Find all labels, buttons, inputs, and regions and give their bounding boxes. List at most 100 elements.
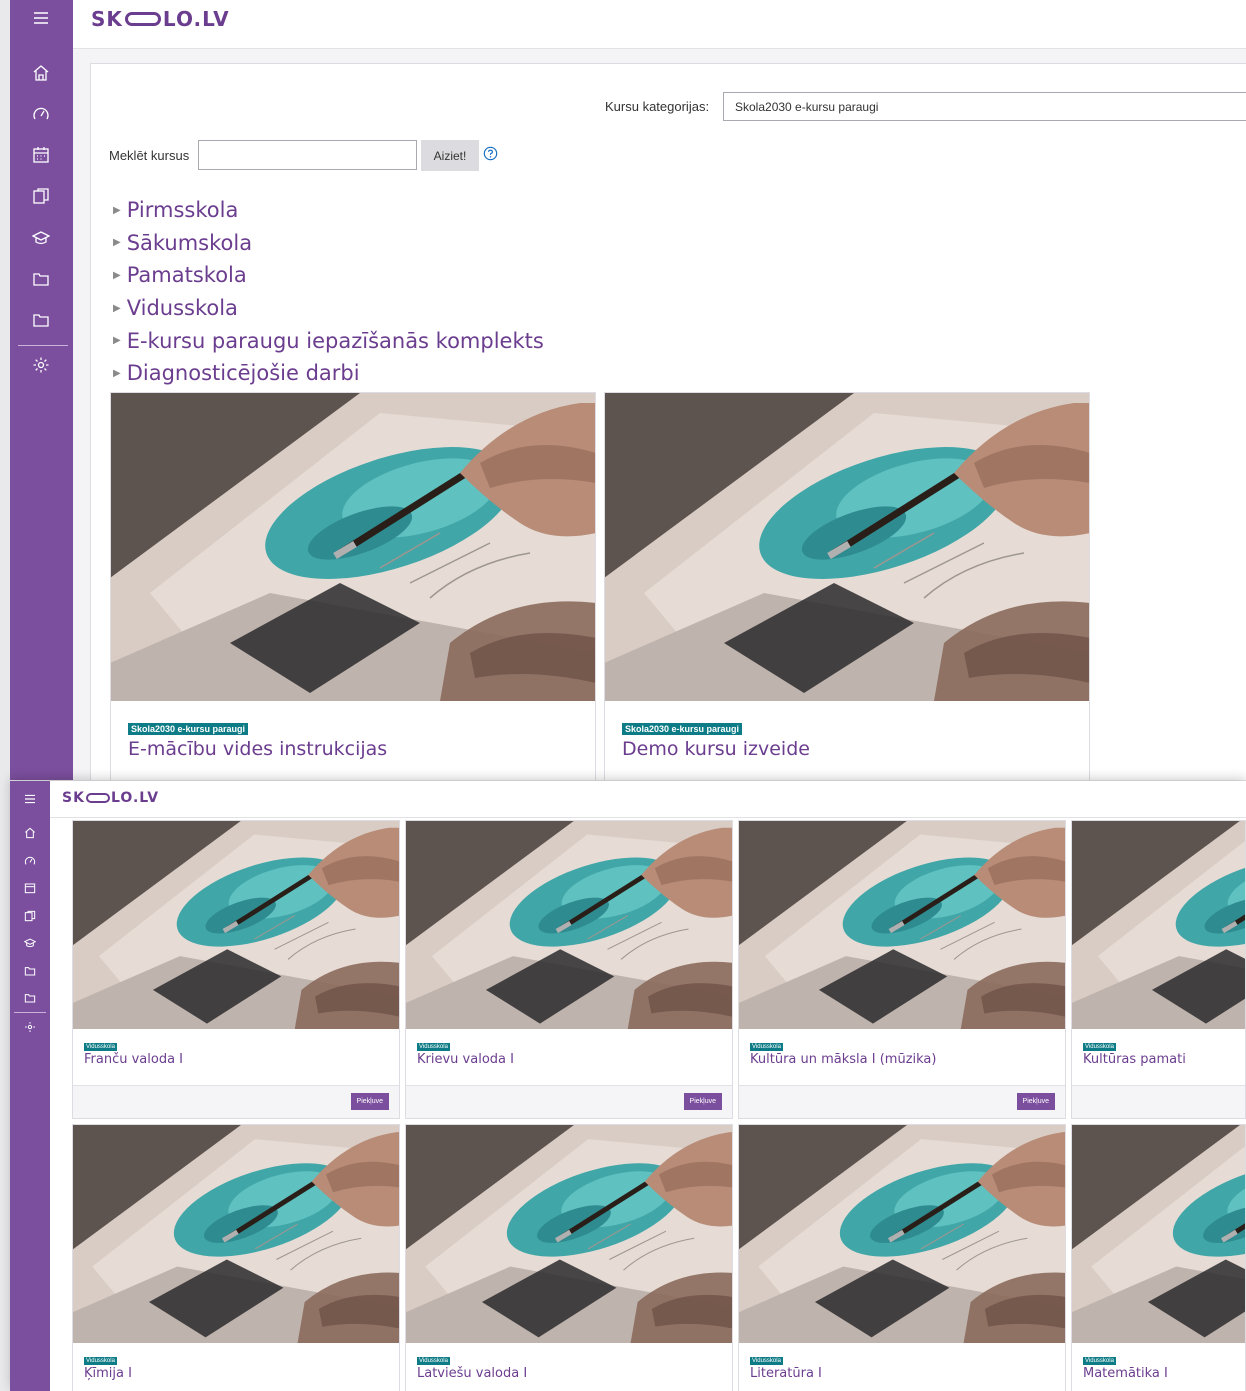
expand-triangle-icon: ▶ <box>113 302 121 314</box>
card-footer: Piekļuve <box>406 1085 732 1118</box>
course-category-badge: Skola2030 e-kursu paraugi <box>128 723 249 735</box>
sidebar-separator <box>14 1012 46 1013</box>
category-list: ▶ Pirmsskola ▶ Sākumskola ▶ Pamatskola ▶ Vid… <box>113 194 544 390</box>
dashboard-icon[interactable] <box>28 101 54 127</box>
course-category-badge: Vidusskola <box>84 1357 117 1365</box>
search-button[interactable]: Aiziet! <box>421 140 479 171</box>
course-title[interactable]: Kultūras pamati <box>1083 1052 1186 1067</box>
home-icon[interactable] <box>28 60 54 86</box>
files-icon[interactable] <box>28 183 54 209</box>
graduation-cap-icon[interactable] <box>22 935 38 951</box>
category-item-label: Sākumskola <box>126 230 253 255</box>
course-card[interactable]: Skola2030 e-kursu paraugi Demo kursu izv… <box>604 392 1090 780</box>
graduation-cap-icon[interactable] <box>28 225 54 251</box>
search-input[interactable] <box>198 140 417 170</box>
folder-icon[interactable] <box>28 266 54 292</box>
expand-triangle-icon: ▶ <box>113 335 121 347</box>
help-icon[interactable] <box>483 146 498 166</box>
files-icon[interactable] <box>22 908 38 924</box>
sidebar <box>10 0 73 780</box>
sidebar-separator <box>18 345 68 346</box>
category-item[interactable]: ▶ Diagnosticējošie darbi <box>113 357 544 390</box>
gear-icon[interactable] <box>28 352 54 378</box>
calendar-icon[interactable] <box>28 142 54 168</box>
menu-icon[interactable] <box>28 5 54 31</box>
logo-text-left: SK <box>62 790 85 806</box>
card-footer <box>1072 1085 1245 1118</box>
course-image[interactable] <box>73 1125 399 1343</box>
category-item[interactable]: ▶ Vidusskola <box>113 292 544 325</box>
expand-triangle-icon: ▶ <box>113 237 121 249</box>
course-title[interactable]: Matemātika I <box>1083 1366 1168 1381</box>
course-image[interactable] <box>73 821 399 1029</box>
course-card[interactable]: Vidusskola Kultūras pamati <box>1071 820 1246 1119</box>
logo-text-left: SK <box>91 7 123 31</box>
access-button[interactable]: Piekļuve <box>683 1093 722 1110</box>
top-navbar: SK LO.LV <box>50 781 1246 818</box>
brand-logo[interactable]: SK LO.LV <box>91 7 230 31</box>
course-category-badge: Vidusskola <box>417 1043 450 1051</box>
logo-text-right: LO.LV <box>110 790 160 806</box>
course-card[interactable]: Vidusskola Latviešu valoda I <box>405 1124 733 1391</box>
expand-triangle-icon: ▶ <box>113 204 121 216</box>
menu-icon[interactable] <box>22 791 38 807</box>
course-category-badge: Vidusskola <box>84 1043 117 1051</box>
folder-icon[interactable] <box>28 307 54 333</box>
access-button[interactable]: Piekļuve <box>1016 1093 1055 1110</box>
course-image[interactable] <box>406 821 732 1029</box>
brand-logo[interactable]: SK LO.LV <box>62 790 159 806</box>
screenshot-course-catalog: SK LO.LV Kursu kategorijas: Skola2030 e-k… <box>10 0 1246 780</box>
course-card[interactable]: Vidusskola Krievu valoda I Piekļuve <box>405 820 733 1119</box>
category-item[interactable]: ▶ E-kursu paraugu iepazīšanās komplekts <box>113 324 544 357</box>
course-category-badge: Vidusskola <box>1083 1357 1116 1365</box>
course-title[interactable]: E-mācību vides instrukcijas <box>128 738 387 760</box>
folder-icon[interactable] <box>22 990 38 1006</box>
course-card[interactable]: Vidusskola Kultūra un māksla I (mūzika) … <box>738 820 1066 1119</box>
category-item-label: E-kursu paraugu iepazīšanās komplekts <box>126 328 544 353</box>
course-title[interactable]: Demo kursu izveide <box>622 738 810 760</box>
category-item-label: Pirmsskola <box>126 198 239 223</box>
course-image[interactable] <box>739 821 1065 1029</box>
calendar-icon[interactable] <box>22 880 38 896</box>
category-item-label: Diagnosticējošie darbi <box>126 361 360 386</box>
course-title[interactable]: Kultūra un māksla I (mūzika) <box>750 1052 936 1067</box>
course-category-badge: Vidusskola <box>750 1043 783 1051</box>
course-image[interactable] <box>406 1125 732 1343</box>
home-icon[interactable] <box>22 825 38 841</box>
card-footer: Piekļuve <box>73 1085 399 1118</box>
course-title[interactable]: Literatūra I <box>750 1366 822 1381</box>
category-item[interactable]: ▶ Pirmsskola <box>113 194 544 227</box>
expand-triangle-icon: ▶ <box>113 269 121 281</box>
gear-icon[interactable] <box>22 1019 38 1035</box>
search-label: Meklēt kursus <box>109 148 190 163</box>
course-card[interactable]: Vidusskola Franču valoda I Piekļuve <box>72 820 400 1119</box>
card-footer: Piekļuve <box>739 1085 1065 1118</box>
category-item[interactable]: ▶ Sākumskola <box>113 227 544 260</box>
access-button[interactable]: Piekļuve <box>350 1093 389 1110</box>
top-navbar: SK LO.LV <box>73 0 1246 49</box>
course-image[interactable] <box>1072 821 1246 1029</box>
course-card[interactable]: Vidusskola Matemātika I <box>1071 1124 1246 1391</box>
course-image[interactable] <box>1072 1125 1246 1343</box>
course-title[interactable]: Ķīmija I <box>84 1366 132 1381</box>
category-label: Kursu kategorijas: <box>605 99 710 114</box>
course-card[interactable]: Skola2030 e-kursu paraugi E-mācību vides… <box>110 392 596 780</box>
category-select[interactable]: Skola2030 e-kursu paraugi <box>723 92 1246 121</box>
category-item-label: Pamatskola <box>126 263 247 288</box>
course-category-badge: Vidusskola <box>1083 1043 1116 1051</box>
course-card[interactable]: Vidusskola Ķīmija I <box>72 1124 400 1391</box>
folder-icon[interactable] <box>22 963 38 979</box>
course-image[interactable] <box>739 1125 1065 1343</box>
expand-triangle-icon: ▶ <box>113 367 121 379</box>
course-title[interactable]: Franču valoda I <box>84 1052 183 1067</box>
logo-mark <box>124 12 161 26</box>
course-card[interactable]: Vidusskola Literatūra I <box>738 1124 1066 1391</box>
category-item-label: Vidusskola <box>126 296 238 321</box>
course-category-badge: Vidusskola <box>750 1357 783 1365</box>
course-title[interactable]: Krievu valoda I <box>417 1052 514 1067</box>
category-item[interactable]: ▶ Pamatskola <box>113 259 544 292</box>
dashboard-icon[interactable] <box>22 853 38 869</box>
course-title[interactable]: Latviešu valoda I <box>417 1366 527 1381</box>
course-image[interactable] <box>605 393 1089 701</box>
course-image[interactable] <box>111 393 595 701</box>
